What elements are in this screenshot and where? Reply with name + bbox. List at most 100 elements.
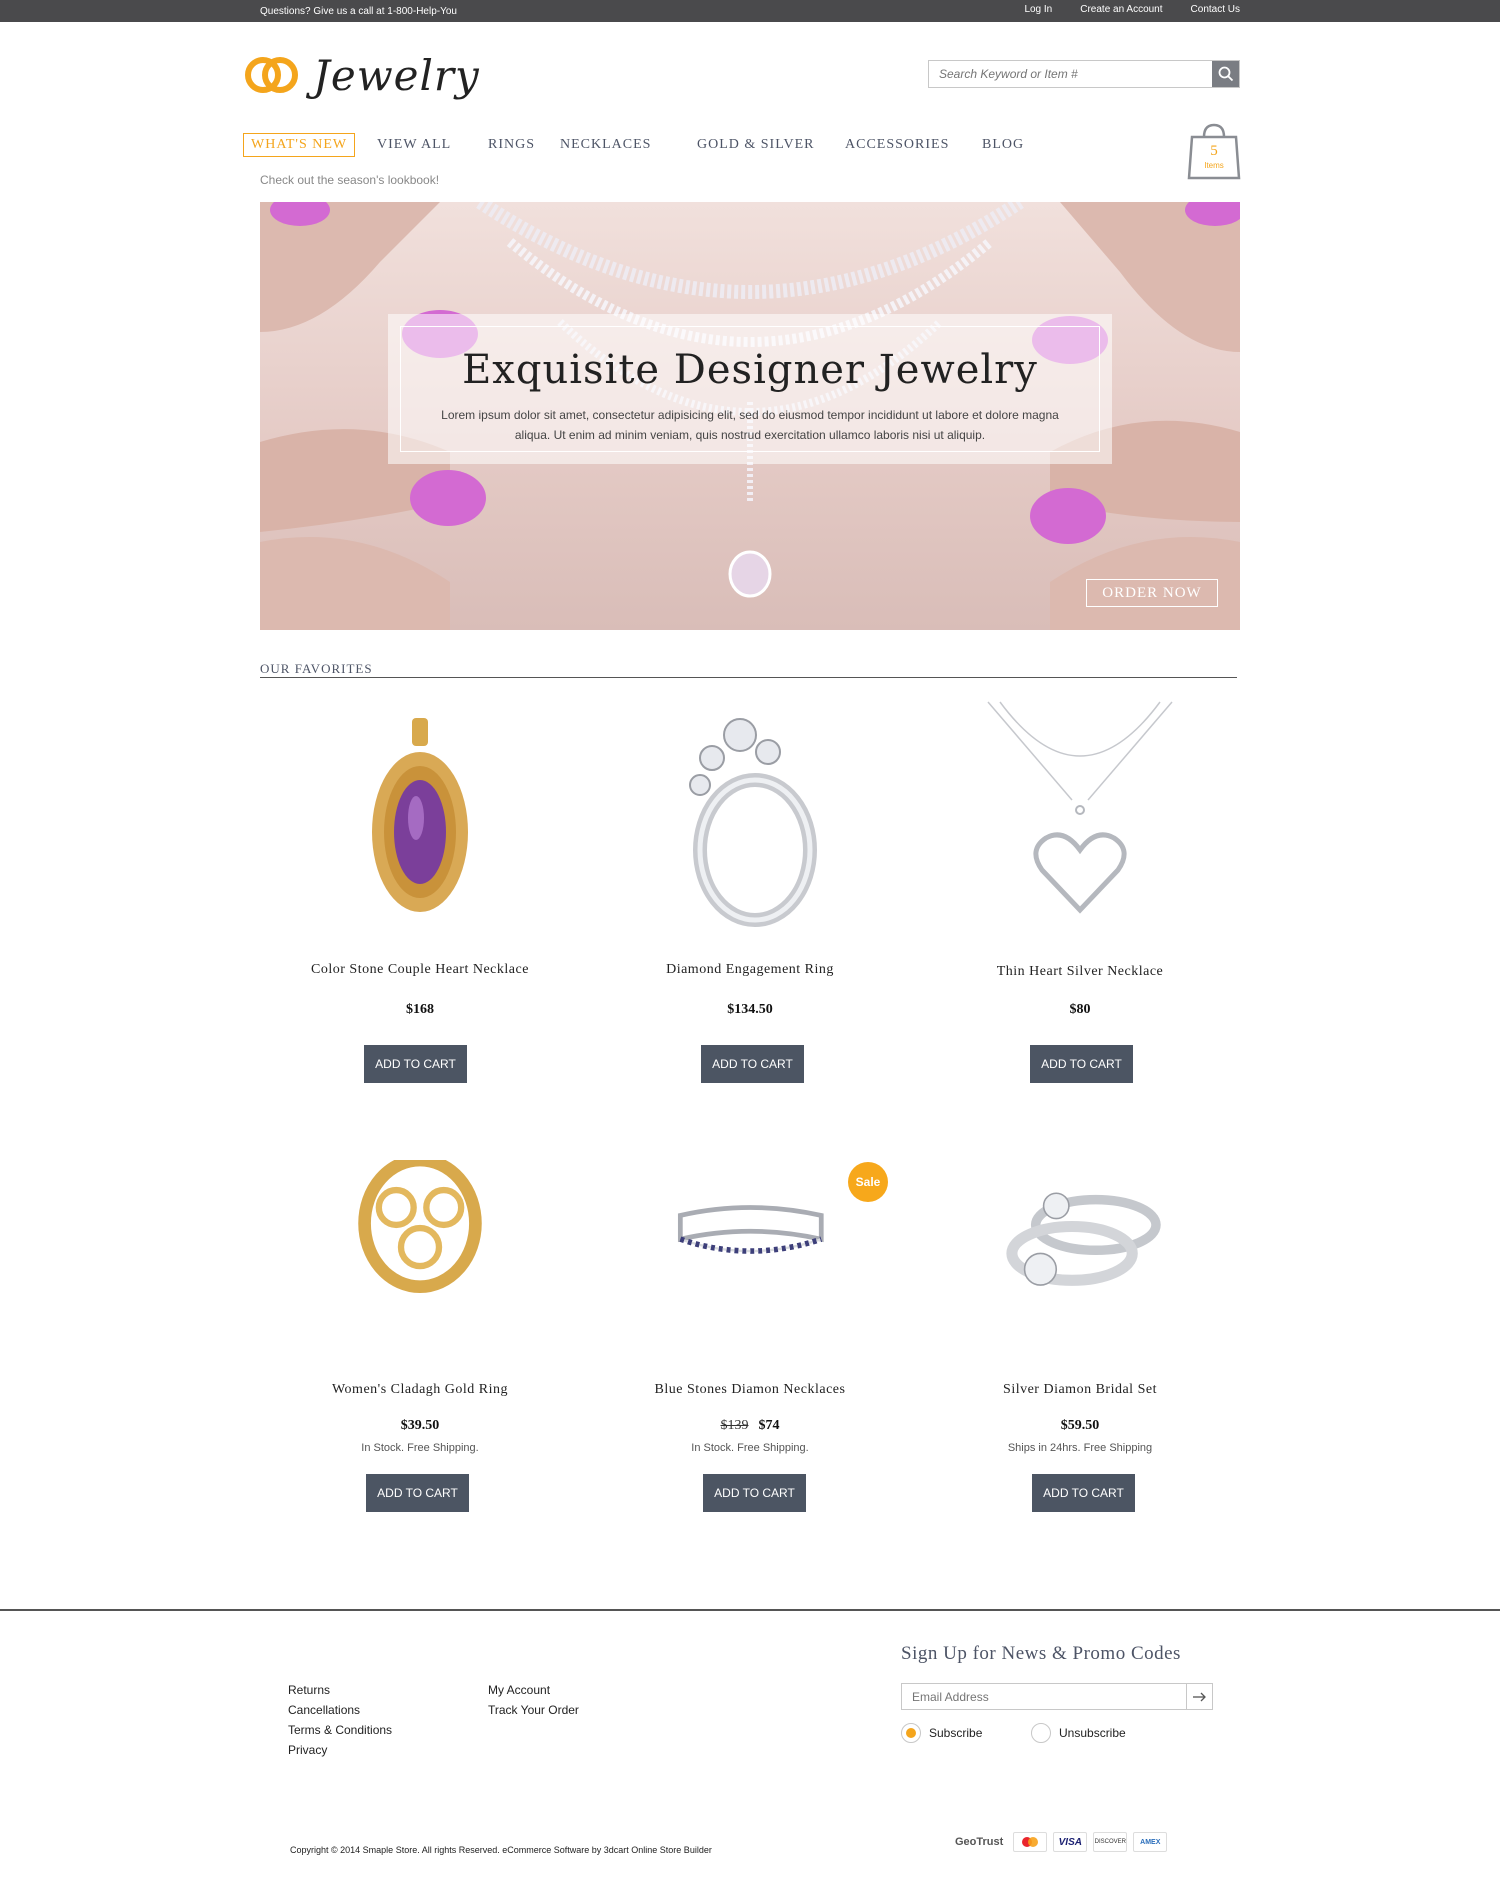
account-links: Log In Create an Account Contact Us: [1024, 4, 1240, 15]
price-value: $59.50: [1060, 1418, 1100, 1433]
hero-caption-frame: Exquisite Designer Jewelry Lorem ipsum d…: [400, 326, 1100, 452]
sale-badge: Sale: [848, 1162, 888, 1202]
newsletter-submit-button[interactable]: [1186, 1684, 1212, 1709]
visa-icon: VISA: [1053, 1832, 1088, 1852]
nav-blog[interactable]: BLOG: [982, 137, 1024, 153]
favorites-divider: [260, 677, 1237, 678]
product-name[interactable]: Blue Stones Diamon Necklaces: [585, 1382, 915, 1398]
footer-link-cancellations[interactable]: Cancellations: [288, 1700, 392, 1720]
subscribe-label: Subscribe: [929, 1726, 983, 1740]
product-card: Silver Diamon Bridal Set $59.50 Ships in…: [915, 1160, 1245, 1540]
add-to-cart-button[interactable]: ADD TO CART: [703, 1474, 806, 1512]
add-to-cart-button[interactable]: ADD TO CART: [364, 1045, 467, 1083]
newsletter-form: [901, 1683, 1213, 1710]
create-account-link[interactable]: Create an Account: [1080, 4, 1162, 15]
hero-caption: Exquisite Designer Jewelry Lorem ipsum d…: [388, 314, 1112, 464]
unsubscribe-radio[interactable]: Unsubscribe: [1031, 1723, 1126, 1743]
arrow-right-icon: [1192, 1692, 1206, 1701]
mastercard-icon: [1013, 1832, 1048, 1852]
stock-status: Ships in 24hrs. Free Shipping: [1007, 1442, 1153, 1454]
radio-unselected-icon: [1031, 1723, 1051, 1743]
top-bar: Questions? Give us a call at 1-800-Help-…: [0, 0, 1500, 22]
product-price: $139 $74: [585, 1418, 915, 1434]
product-price: $39.50: [255, 1418, 585, 1434]
footer-link-track-order[interactable]: Track Your Order: [488, 1700, 579, 1720]
hero-description: Lorem ipsum dolor sit amet, consectetur …: [441, 408, 1059, 442]
copyright-text: Copyright © 2014 Smaple Store. All right…: [290, 1845, 712, 1855]
gold-ring-image[interactable]: [320, 1160, 520, 1350]
nav-rings[interactable]: RINGS: [488, 137, 535, 153]
lookbook-link[interactable]: Check out the season's lookbook!: [260, 173, 439, 187]
add-to-cart-button[interactable]: ADD TO CART: [701, 1045, 804, 1083]
nav-accessories[interactable]: ACCESSORIES: [845, 137, 949, 153]
search-bar: [928, 60, 1240, 88]
product-card: Diamond Engagement Ring $134.50 ADD TO C…: [585, 700, 915, 1090]
contact-link[interactable]: Contact Us: [1191, 4, 1240, 15]
original-price: $139: [720, 1418, 749, 1433]
stock-status: In Stock. Free Shipping.: [361, 1442, 479, 1454]
cart-count: 5: [1210, 143, 1218, 159]
search-input[interactable]: [929, 61, 1212, 87]
favorites-heading: OUR FAVORITES: [260, 661, 373, 676]
amex-icon: AMEX: [1133, 1832, 1168, 1852]
product-name[interactable]: Silver Diamon Bridal Set: [915, 1382, 1245, 1398]
cart-button[interactable]: 5 Items: [1186, 123, 1242, 181]
nav-whats-new[interactable]: WHAT'S NEW: [243, 133, 356, 157]
product-name[interactable]: Diamond Engagement Ring: [585, 962, 915, 978]
gold-pendant-image[interactable]: [320, 700, 520, 940]
unsubscribe-label: Unsubscribe: [1059, 1726, 1126, 1740]
footer-link-privacy[interactable]: Privacy: [288, 1740, 392, 1760]
product-card: Color Stone Couple Heart Necklace $168 A…: [255, 700, 585, 1090]
discover-icon: DISCOVER: [1093, 1832, 1128, 1852]
add-to-cart-button[interactable]: ADD TO CART: [366, 1474, 469, 1512]
footer-link-my-account[interactable]: My Account: [488, 1680, 579, 1700]
email-field[interactable]: [902, 1684, 1186, 1709]
product-name[interactable]: Women's Cladagh Gold Ring: [255, 1382, 585, 1398]
newsletter-heading: Sign Up for News & Promo Codes: [901, 1643, 1181, 1664]
product-price: $168: [255, 1002, 585, 1018]
search-icon: [1218, 66, 1233, 82]
main-nav: WHAT'S NEW VIEW ALL RINGS NECKLACES GOLD…: [0, 133, 1500, 157]
product-price: $59.50: [915, 1418, 1245, 1434]
price-value: $39.50: [400, 1418, 440, 1433]
order-now-button[interactable]: ORDER NOW: [1086, 579, 1218, 607]
add-to-cart-button[interactable]: ADD TO CART: [1030, 1045, 1133, 1083]
price-value: $134.50: [727, 1002, 773, 1017]
rings-logo-icon: [245, 57, 298, 93]
heart-necklace-image[interactable]: [980, 700, 1180, 940]
geotrust-badge: GeoTrust: [955, 1836, 1004, 1848]
login-link[interactable]: Log In: [1024, 4, 1052, 15]
product-price: $134.50: [585, 1002, 915, 1018]
cart-items-label: Items: [1204, 161, 1224, 170]
nav-view-all[interactable]: VIEW ALL: [377, 137, 451, 153]
logo-wordmark: Jewelry: [313, 50, 480, 100]
radio-selected-icon: [901, 1723, 921, 1743]
footer-link-returns[interactable]: Returns: [288, 1680, 392, 1700]
product-card: Women's Cladagh Gold Ring $39.50 In Stoc…: [255, 1160, 585, 1540]
nav-necklaces[interactable]: NECKLACES: [560, 137, 651, 153]
search-button[interactable]: [1212, 61, 1239, 87]
add-to-cart-button[interactable]: ADD TO CART: [1032, 1474, 1135, 1512]
footer-divider: [0, 1609, 1500, 1611]
price-value: $80: [1069, 1002, 1091, 1017]
hero-title: Exquisite Designer Jewelry: [462, 347, 1038, 393]
diamond-ring-image[interactable]: [650, 700, 850, 940]
price-value: $74: [758, 1418, 780, 1433]
subscribe-radio[interactable]: Subscribe: [901, 1723, 982, 1743]
product-price: $80: [915, 1002, 1245, 1018]
nav-gold-silver[interactable]: GOLD & SILVER: [697, 137, 815, 153]
footer-links-col2: My Account Track Your Order: [488, 1680, 579, 1720]
product-name[interactable]: Thin Heart Silver Necklace: [915, 964, 1245, 980]
product-name[interactable]: Color Stone Couple Heart Necklace: [255, 962, 585, 978]
support-phone-text: Questions? Give us a call at 1-800-Help-…: [260, 6, 457, 17]
blue-stone-bracelet-image[interactable]: [650, 1160, 850, 1350]
site-logo[interactable]: Jewelry: [243, 50, 480, 100]
price-value: $168: [406, 1002, 434, 1017]
stock-status: In Stock. Free Shipping.: [691, 1442, 809, 1454]
hero-banner: Exquisite Designer Jewelry Lorem ipsum d…: [260, 202, 1240, 630]
footer-link-terms[interactable]: Terms & Conditions: [288, 1720, 392, 1740]
payment-badges: GeoTrust VISA DISCOVER AMEX: [955, 1832, 1168, 1852]
product-card: Sale Blue Stones Diamon Necklaces $139 $7…: [585, 1160, 915, 1540]
product-card: Thin Heart Silver Necklace $80 ADD TO CA…: [915, 700, 1245, 1090]
bridal-set-image[interactable]: [980, 1160, 1180, 1350]
